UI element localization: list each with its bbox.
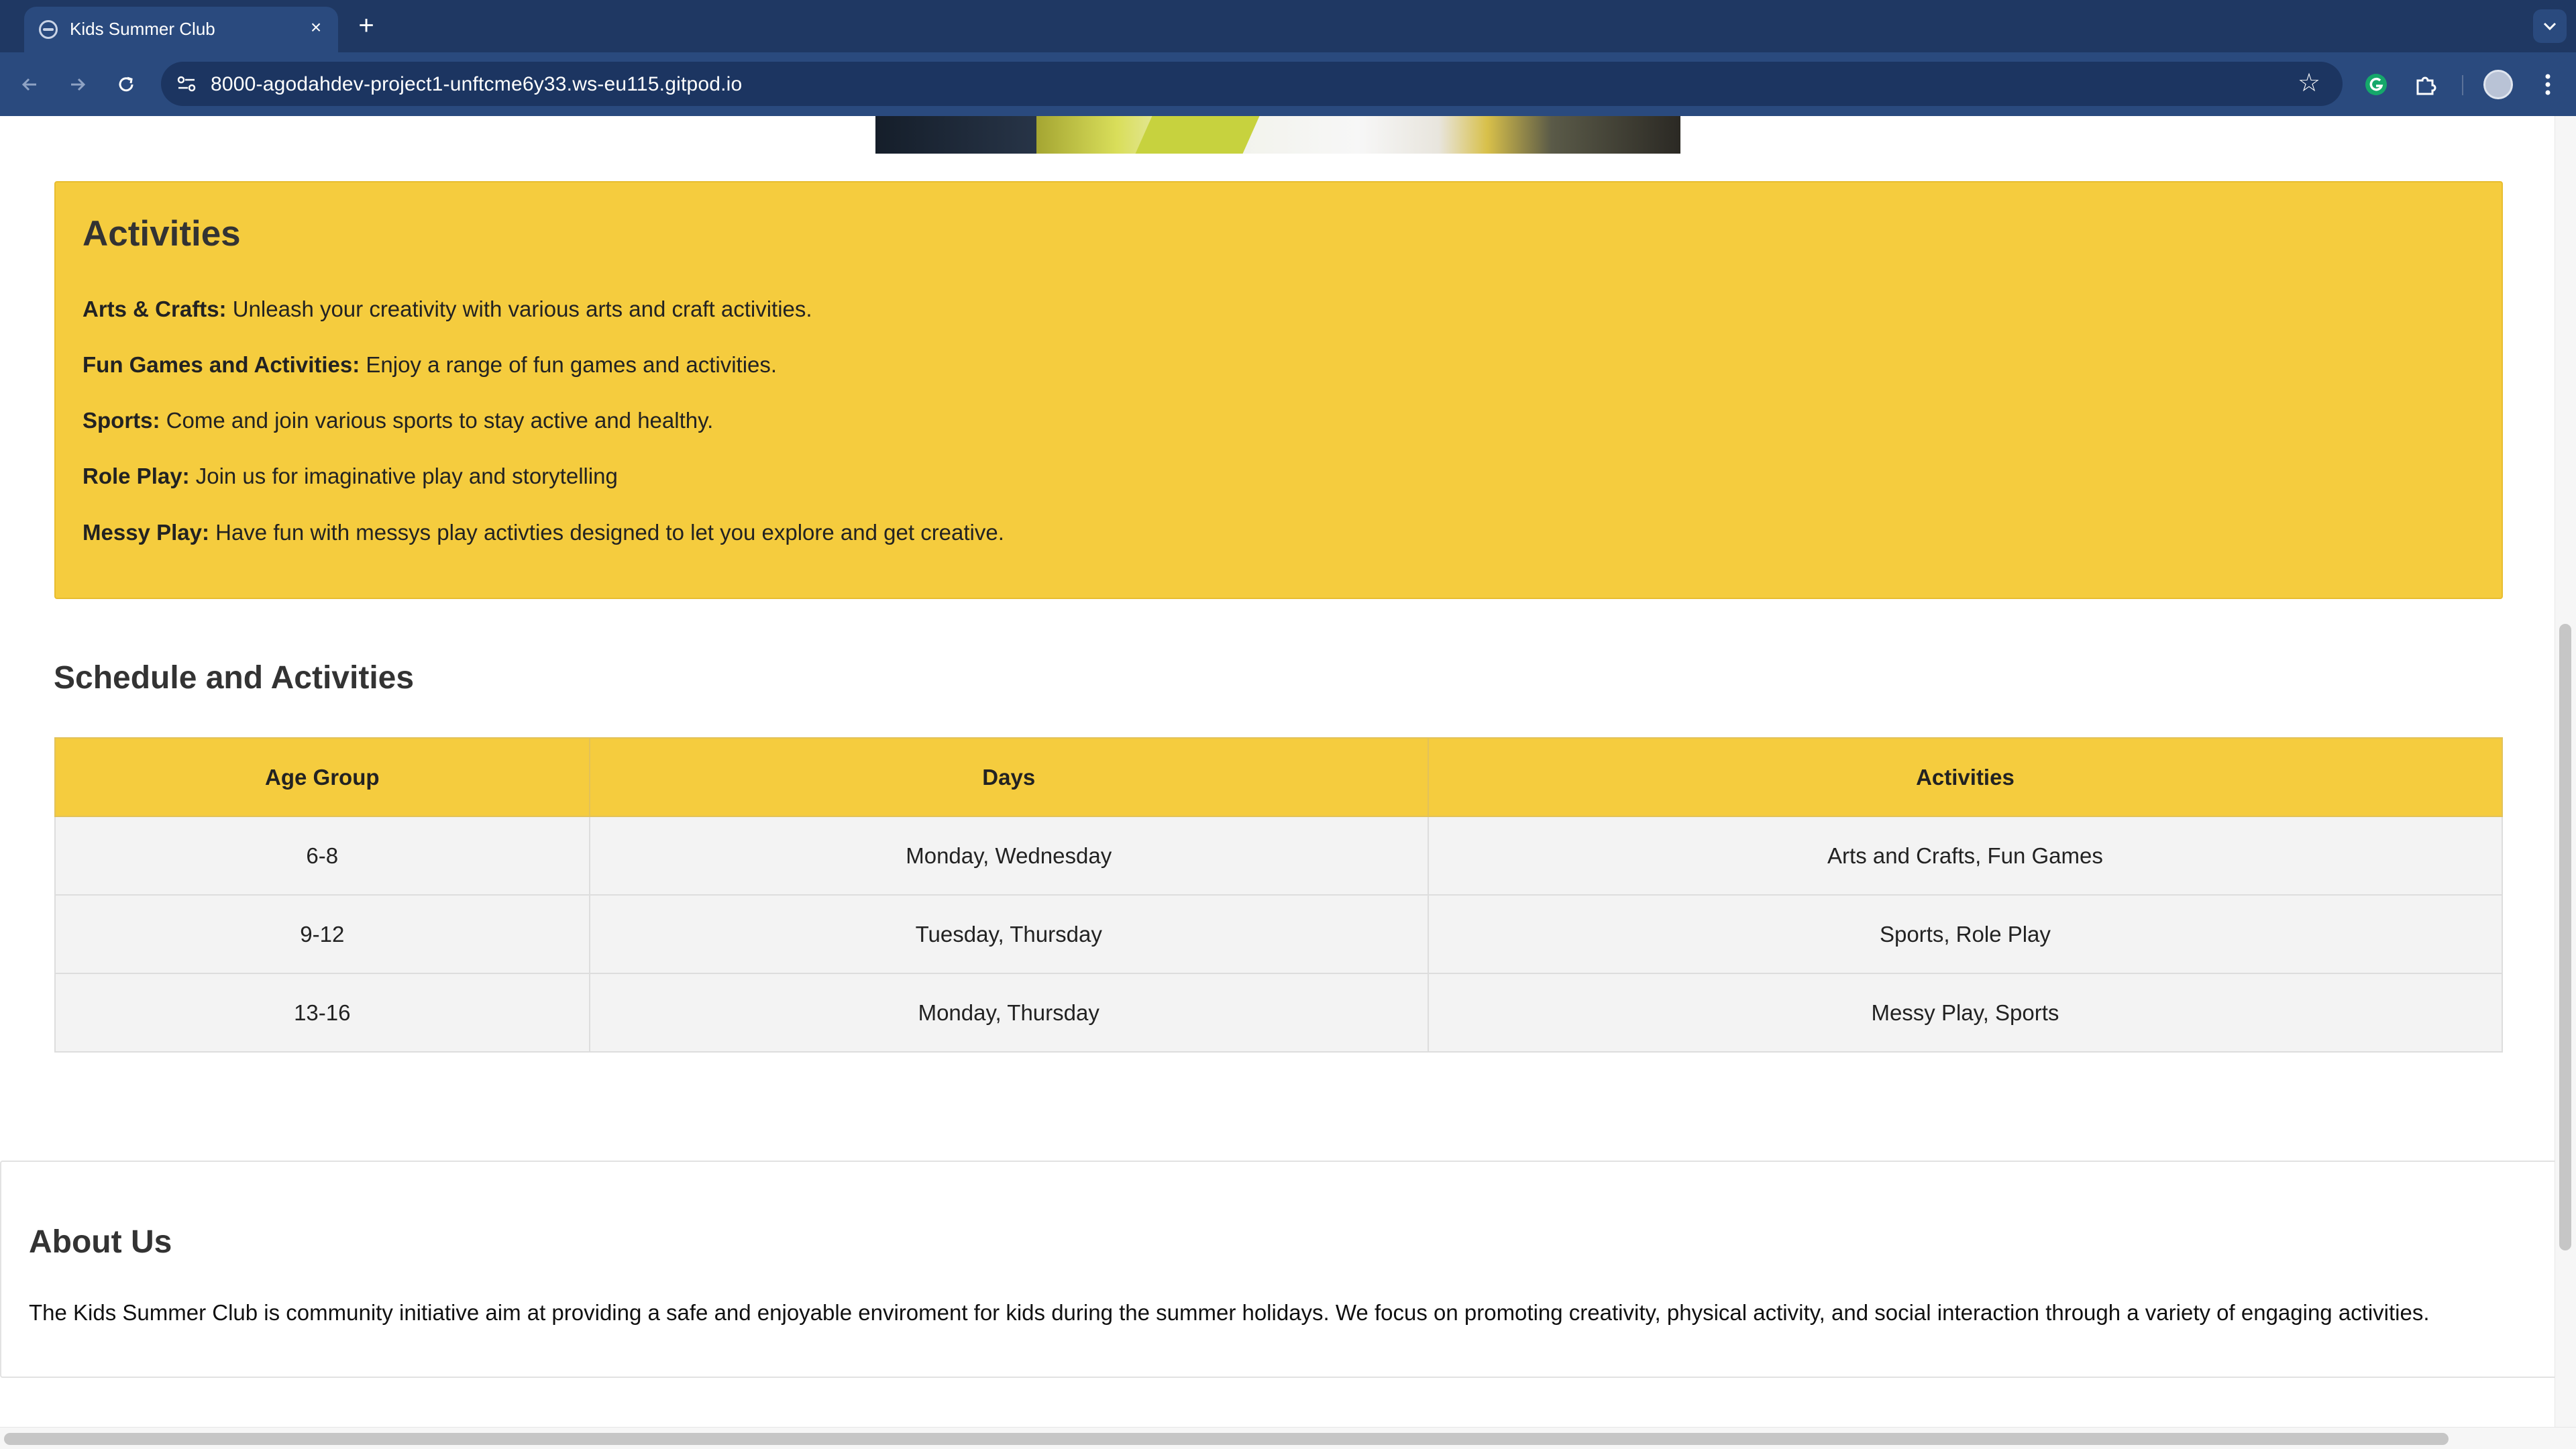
arrow-right-icon — [71, 78, 86, 91]
activity-desc: Join us for imaginative play and storyte… — [189, 464, 618, 488]
address-bar[interactable]: 8000-agodahdev-project1-unftcme6y33.ws-e… — [161, 62, 2343, 106]
activity-name: Sports: — [83, 408, 160, 433]
activities-title: Activities — [83, 214, 241, 254]
hero-image — [875, 116, 1680, 154]
close-icon[interactable]: × — [305, 16, 327, 39]
url-text: 8000-agodahdev-project1-unftcme6y33.ws-e… — [211, 73, 743, 95]
about-title: About Us — [29, 1224, 172, 1260]
cell-age-group: 6-8 — [54, 816, 590, 896]
new-tab-button[interactable]: + — [352, 12, 381, 42]
tab-title: Kids Summer Club — [70, 19, 215, 39]
back-button[interactable] — [12, 67, 47, 102]
extensions-button[interactable] — [2408, 67, 2443, 102]
activity-item: Sports: Come and join various sports to … — [83, 408, 713, 433]
horizontal-scrollbar[interactable] — [0, 1427, 2576, 1449]
arrow-left-icon — [21, 78, 36, 91]
globe-icon — [39, 20, 58, 39]
about-section: About Us The Kids Summer Club is communi… — [0, 1161, 2557, 1378]
activity-name: Role Play: — [83, 464, 190, 488]
forward-button[interactable] — [60, 67, 95, 102]
about-text: The Kids Summer Club is community initia… — [29, 1300, 2430, 1325]
activity-desc: Enjoy a range of fun games and activitie… — [360, 352, 777, 377]
vertical-scrollbar[interactable] — [2555, 116, 2576, 1431]
chevron-down-icon — [2543, 22, 2557, 31]
grammarly-extension-button[interactable] — [2359, 67, 2394, 102]
browser-chrome: Kids Summer Club × + 8000-agodahdev-proj… — [0, 0, 2576, 116]
activity-item: Fun Games and Activities: Enjoy a range … — [83, 352, 777, 378]
table-header-row: Age Group Days Activities — [54, 737, 2504, 817]
activity-name: Fun Games and Activities: — [83, 352, 360, 377]
activity-item: Messy Play: Have fun with messys play ac… — [83, 520, 1004, 545]
puzzle-icon — [2416, 76, 2436, 95]
column-header-activities: Activities — [1427, 737, 2504, 817]
activity-name: Arts & Crafts: — [83, 297, 227, 321]
schedule-table: Age Group Days Activities 6-8 Monday, We… — [54, 737, 2504, 1053]
reload-button[interactable] — [109, 67, 144, 102]
activities-section: Activities Arts & Crafts: Unleash your c… — [54, 181, 2503, 599]
bookmark-star-icon[interactable]: ☆ — [2296, 70, 2322, 97]
column-header-days: Days — [588, 737, 1429, 817]
reload-icon — [119, 76, 133, 92]
site-info-icon[interactable] — [174, 72, 199, 96]
tab-search-button[interactable] — [2533, 9, 2567, 43]
schedule-title: Schedule and Activities — [54, 660, 415, 696]
cell-activities: Sports, Role Play — [1427, 894, 2504, 974]
grammarly-icon — [2365, 74, 2387, 95]
vertical-scroll-thumb[interactable] — [2559, 624, 2571, 1250]
browser-toolbar: 8000-agodahdev-project1-unftcme6y33.ws-e… — [0, 52, 2576, 116]
table-row: 13-16 Monday, Thursday Messy Play, Sport… — [54, 973, 2504, 1053]
profile-avatar[interactable] — [2483, 70, 2513, 99]
activity-desc: Come and join various sports to stay act… — [160, 408, 714, 433]
activity-name: Messy Play: — [83, 520, 209, 545]
cell-days: Tuesday, Thursday — [588, 894, 1429, 974]
table-row: 6-8 Monday, Wednesday Arts and Crafts, F… — [54, 816, 2504, 896]
page-viewport: Activities Arts & Crafts: Unleash your c… — [0, 116, 2576, 1449]
cell-activities: Messy Play, Sports — [1427, 973, 2504, 1053]
cell-days: Monday, Thursday — [588, 973, 1429, 1053]
cell-age-group: 13-16 — [54, 973, 590, 1053]
tab-strip: Kids Summer Club × + — [0, 0, 2576, 52]
horizontal-scroll-thumb[interactable] — [4, 1433, 2449, 1445]
column-header-age-group: Age Group — [54, 737, 590, 817]
table-row: 9-12 Tuesday, Thursday Sports, Role Play — [54, 894, 2504, 974]
activity-desc: Have fun with messys play activties desi… — [209, 520, 1004, 545]
browser-menu-button[interactable] — [2530, 67, 2565, 102]
tab-kids-summer-club[interactable]: Kids Summer Club × — [24, 7, 338, 52]
toolbar-separator — [2462, 75, 2463, 95]
cell-days: Monday, Wednesday — [588, 816, 1429, 896]
cell-activities: Arts and Crafts, Fun Games — [1427, 816, 2504, 896]
activity-desc: Unleash your creativity with various art… — [226, 297, 812, 321]
activity-item: Arts & Crafts: Unleash your creativity w… — [83, 297, 812, 322]
cell-age-group: 9-12 — [54, 894, 590, 974]
activity-item: Role Play: Join us for imaginative play … — [83, 464, 618, 489]
more-vertical-icon — [2545, 74, 2551, 95]
